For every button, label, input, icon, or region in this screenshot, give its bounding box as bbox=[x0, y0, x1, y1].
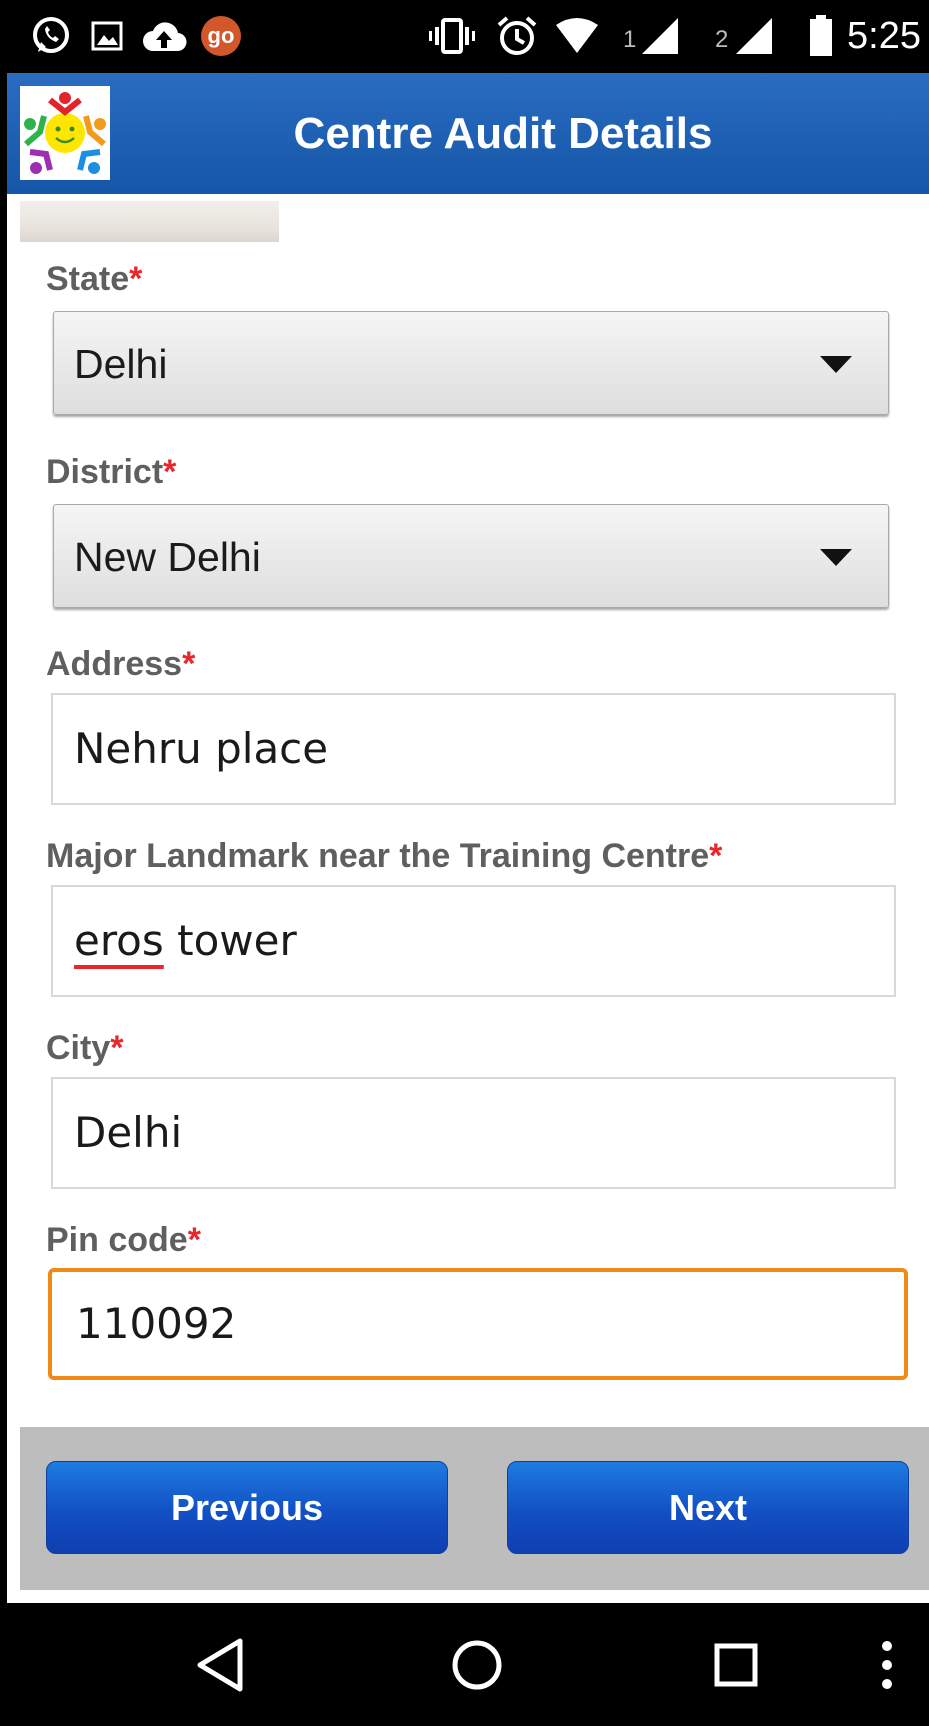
city-label: City* bbox=[46, 1029, 123, 1068]
required-marker: * bbox=[163, 453, 177, 491]
landmark-field[interactable]: eros tower bbox=[51, 885, 896, 997]
sim2-label: 2 bbox=[715, 26, 729, 53]
button-bar: Previous Next bbox=[20, 1427, 929, 1590]
spellcheck-word: eros bbox=[74, 916, 164, 965]
address-field[interactable]: Nehru place bbox=[51, 693, 896, 805]
landmark-label-text: Major Landmark near the Training Centre bbox=[46, 837, 710, 875]
phone-screen: go 1 2 5:25 Centre Audit Details State* … bbox=[7, 0, 929, 1726]
home-icon[interactable] bbox=[449, 1635, 505, 1695]
city-field[interactable]: Delhi bbox=[51, 1077, 896, 1189]
header-image bbox=[20, 201, 279, 242]
district-label: District* bbox=[46, 453, 176, 492]
next-button[interactable]: Next bbox=[507, 1461, 909, 1554]
status-bar: go 1 2 5:25 bbox=[7, 0, 929, 73]
alarm-icon bbox=[495, 14, 539, 58]
recents-icon[interactable] bbox=[711, 1635, 761, 1695]
signal-icon bbox=[733, 14, 775, 58]
state-label: State* bbox=[46, 260, 142, 299]
go-badge-label: go bbox=[207, 23, 235, 48]
pincode-field[interactable]: 110092 bbox=[48, 1268, 908, 1380]
landmark-value: tower bbox=[163, 916, 297, 965]
back-icon[interactable] bbox=[192, 1635, 248, 1695]
signal-icon bbox=[639, 14, 681, 58]
previous-button[interactable]: Previous bbox=[46, 1461, 448, 1554]
pincode-label-text: Pin code bbox=[46, 1221, 188, 1259]
landmark-label: Major Landmark near the Training Centre* bbox=[46, 837, 722, 876]
more-icon[interactable] bbox=[877, 1635, 897, 1695]
vibrate-icon bbox=[427, 14, 477, 58]
address-label-text: Address bbox=[46, 645, 183, 683]
address-label: Address* bbox=[46, 645, 195, 684]
required-marker: * bbox=[110, 1029, 124, 1067]
navigation-bar bbox=[7, 1603, 929, 1726]
dropdown-arrow-icon bbox=[820, 356, 852, 373]
app-bar: Centre Audit Details bbox=[7, 73, 929, 194]
state-label-text: State bbox=[46, 260, 130, 298]
city-value: Delhi bbox=[74, 1108, 183, 1157]
clock: 5:25 bbox=[847, 15, 921, 57]
app-logo bbox=[20, 86, 110, 180]
required-marker: * bbox=[129, 260, 143, 298]
wifi-icon bbox=[553, 14, 601, 58]
city-label-text: City bbox=[46, 1029, 111, 1067]
go-icon: go bbox=[199, 14, 243, 58]
district-dropdown[interactable]: New Delhi bbox=[53, 504, 889, 608]
cloud-upload-icon bbox=[140, 14, 188, 58]
required-marker: * bbox=[709, 837, 723, 875]
pincode-value: 110092 bbox=[76, 1299, 237, 1348]
district-selected-value: New Delhi bbox=[74, 534, 261, 580]
district-label-text: District bbox=[46, 453, 164, 491]
sim1-label: 1 bbox=[623, 26, 637, 53]
pincode-label: Pin code* bbox=[46, 1221, 201, 1260]
whatsapp-icon bbox=[29, 14, 73, 58]
battery-icon bbox=[807, 14, 835, 58]
required-marker: * bbox=[187, 1221, 201, 1259]
required-marker: * bbox=[182, 645, 196, 683]
address-value: Nehru place bbox=[74, 724, 329, 773]
page-title: Centre Audit Details bbox=[293, 109, 713, 158]
dropdown-arrow-icon bbox=[820, 549, 852, 566]
state-dropdown[interactable]: Delhi bbox=[53, 311, 889, 415]
image-icon bbox=[89, 14, 125, 58]
state-selected-value: Delhi bbox=[74, 341, 168, 387]
